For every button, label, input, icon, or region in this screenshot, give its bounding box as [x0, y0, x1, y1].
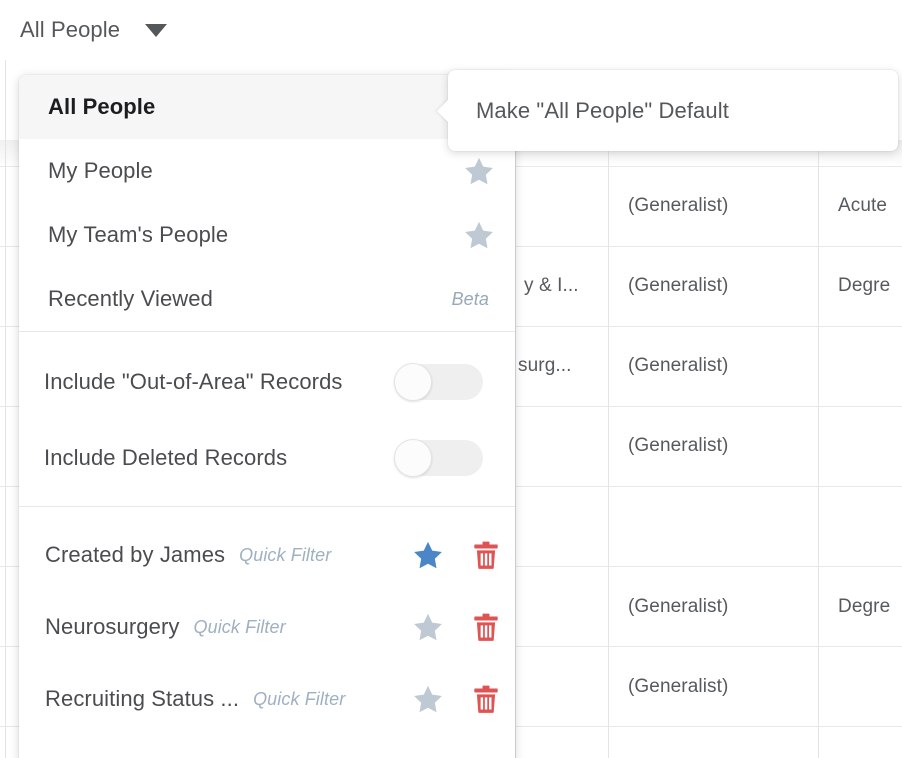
table-cell-generalist: (Generalist) — [628, 355, 728, 377]
trash-icon — [473, 541, 499, 569]
tooltip-label: Make "All People" Default — [476, 98, 729, 124]
table-cell-generalist: (Generalist) — [628, 596, 728, 618]
toggle-slot — [395, 364, 515, 400]
table-column-divider — [818, 140, 819, 758]
view-item-label: Recently Viewed — [48, 286, 452, 312]
chevron-down-icon — [145, 24, 167, 37]
toggle-knob — [394, 363, 432, 401]
view-selector-dropdown: All People My People — [19, 75, 515, 758]
quick-filter-badge: Quick Filter — [193, 617, 285, 638]
quick-filter-name: Recruiting Status ... — [45, 686, 239, 712]
toggle-slot — [395, 440, 515, 476]
star-icon — [413, 685, 443, 714]
quick-filters-section: Created by James Quick Filter — [19, 507, 515, 735]
quick-filter-item[interactable]: Neurosurgery Quick Filter — [19, 591, 515, 663]
include-out-of-area-toggle[interactable] — [395, 364, 483, 400]
table-cell-generalist: (Generalist) — [628, 195, 728, 217]
view-selector-trigger[interactable]: All People — [0, 0, 400, 60]
beta-badge: Beta — [452, 289, 489, 310]
star-icon — [413, 613, 443, 642]
table-cell-generalist: (Generalist) — [628, 435, 728, 457]
view-item-label: My Team's People — [48, 222, 443, 248]
table-cell-generalist: (Generalist) — [628, 676, 728, 698]
quick-filter-item[interactable]: Created by James Quick Filter — [19, 519, 515, 591]
table-cell-generalist: (Generalist) — [628, 275, 728, 297]
record-options-section: Include "Out-of-Area" Records Include De… — [19, 332, 515, 506]
trash-icon — [473, 685, 499, 713]
option-label: Include Deleted Records — [44, 445, 395, 471]
make-default-tooltip[interactable]: Make "All People" Default — [448, 70, 898, 151]
make-default-button[interactable] — [443, 213, 515, 257]
table-cell-extra: Degre — [838, 596, 890, 618]
view-item-label: All People — [48, 94, 443, 120]
table-cell-extra: Degre — [838, 275, 890, 297]
table-cell-extra: Acute — [838, 195, 887, 217]
option-label: Include "Out-of-Area" Records — [44, 369, 395, 395]
star-hover-circle — [457, 213, 501, 257]
make-default-button[interactable] — [443, 149, 515, 193]
trash-icon — [473, 613, 499, 641]
delete-quick-filter-button[interactable] — [457, 685, 515, 713]
app-screen: y & I... surg... (Generalist) (Generalis… — [0, 0, 902, 758]
quick-filter-badge: Quick Filter — [239, 545, 331, 566]
toggle-knob — [394, 439, 432, 477]
star-icon — [413, 541, 443, 570]
option-include-deleted[interactable]: Include Deleted Records — [19, 420, 515, 496]
delete-quick-filter-button[interactable] — [457, 541, 515, 569]
star-icon — [464, 221, 494, 250]
include-deleted-toggle[interactable] — [395, 440, 483, 476]
view-item-my-teams-people[interactable]: My Team's People — [19, 203, 515, 267]
favorite-quick-filter-button[interactable] — [399, 541, 457, 570]
table-cell-specialty: surg... — [518, 355, 572, 377]
table-column-divider — [515, 140, 516, 758]
table-cell-specialty: y & I... — [524, 275, 579, 297]
quick-filter-badge: Quick Filter — [253, 689, 345, 710]
quick-filter-name: Created by James — [45, 542, 225, 568]
quick-filter-item[interactable]: Recruiting Status ... Quick Filter — [19, 663, 515, 735]
view-item-label: My People — [48, 158, 443, 184]
star-icon — [464, 157, 494, 186]
option-include-out-of-area[interactable]: Include "Out-of-Area" Records — [19, 344, 515, 420]
favorite-quick-filter-button[interactable] — [399, 613, 457, 642]
table-column-divider — [608, 140, 609, 758]
favorite-quick-filter-button[interactable] — [399, 685, 457, 714]
view-item-recently-viewed[interactable]: Recently Viewed Beta — [19, 267, 515, 331]
tooltip-arrow-icon — [437, 99, 449, 123]
star-hover-circle — [457, 149, 501, 193]
view-selector-label: All People — [20, 17, 120, 43]
table-column-divider — [5, 0, 6, 758]
view-item-my-people[interactable]: My People — [19, 139, 515, 203]
delete-quick-filter-button[interactable] — [457, 613, 515, 641]
quick-filter-name: Neurosurgery — [45, 614, 179, 640]
